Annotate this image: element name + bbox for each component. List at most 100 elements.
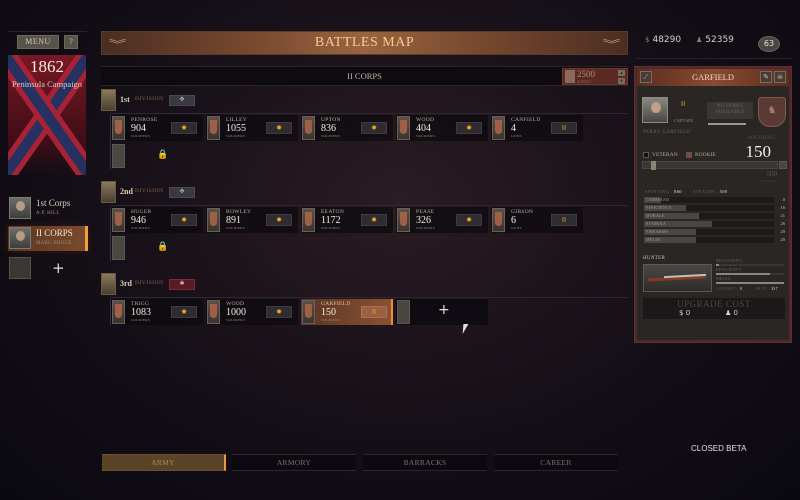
corps-item-1st[interactable]: 1st Corps A.P. HILL <box>8 196 88 221</box>
add-corps-button[interactable]: + <box>8 256 88 280</box>
division-label: DIVISION <box>135 96 164 102</box>
stat-label: STAMINA <box>646 221 667 226</box>
rank-icon[interactable]: II <box>551 122 577 134</box>
brigade-type-icon[interactable]: ✹ <box>456 214 482 226</box>
brigade-flag-icon <box>112 116 125 140</box>
rookie-checkbox[interactable] <box>686 152 692 158</box>
brigade-type-icon[interactable]: ✹ <box>171 122 197 134</box>
soldiers-label: SOLDIERS <box>747 136 775 141</box>
tab-barracks[interactable]: BARRACKS <box>363 454 487 471</box>
resources-bar: $48290 ♟ 52359 <box>645 35 734 45</box>
brigade-type-icon[interactable]: ✹ <box>266 122 292 134</box>
stat-label: FIREARMS <box>646 229 669 234</box>
brigade-card[interactable]: UPTON 836 SOLDIERS ✹ <box>301 115 393 141</box>
division-3: 3rd DIVISION ✱ TRIGG 1083 SOLDIERS ✹ WOO… <box>101 273 628 325</box>
brigade-card[interactable]: LILLEY 1055 SOLDIERS ✹ <box>206 115 298 141</box>
corps-item-ii[interactable]: II CORPS MARC BRUCE <box>8 226 88 251</box>
division-emblem-icon[interactable]: ✥ <box>169 95 195 106</box>
closed-beta-label: CLOSED BETA <box>691 444 747 453</box>
brigade-type-icon[interactable]: ✹ <box>266 306 292 318</box>
rank-icon[interactable]: II <box>361 306 387 318</box>
brigade-flag-icon <box>112 208 125 232</box>
brigade-unit: SOLDIERS <box>131 134 151 138</box>
brigade-unit: GUNS <box>511 134 522 138</box>
weapon-select-button[interactable] <box>643 264 712 292</box>
weapon-stat-label: RELOADING <box>716 258 743 263</box>
stat-row-stamina: STAMINA 26 <box>644 221 785 227</box>
weapon-stat-efficiency: EFFICIENCY <box>716 267 784 275</box>
upgrade-money: $ 0 <box>679 309 690 317</box>
rank-icon[interactable]: II <box>551 214 577 226</box>
brigade-card[interactable]: WOOD 404 SOLDIERS ✹ <box>396 115 488 141</box>
help-button[interactable]: ? <box>64 35 78 49</box>
perk-progress-bar <box>708 123 747 125</box>
stat-label: EFFICIENCY <box>646 205 673 210</box>
brigade-unit: SOLDIERS <box>131 226 151 230</box>
division-emblem-icon[interactable]: ✥ <box>169 187 195 198</box>
brigade-card[interactable]: TRIGG 1083 SOLDIERS ✹ <box>111 299 203 325</box>
skull-icon[interactable]: ☠ <box>774 71 786 83</box>
brigade-type-icon[interactable]: ✹ <box>456 122 482 134</box>
brigade-unit: GUNS <box>511 226 522 230</box>
soldiers-slider[interactable] <box>642 161 778 170</box>
stealth-stat: STEALTH :500 <box>693 189 727 194</box>
stat-row-efficiency: EFFICIENCY 16 <box>644 205 785 211</box>
division-header[interactable]: 2nd DIVISION ✥ <box>101 181 628 203</box>
menu-button[interactable]: MENU <box>17 35 59 49</box>
division-header[interactable]: 3rd DIVISION ✱ <box>101 273 628 295</box>
supply-label: SUPPLY <box>577 79 592 84</box>
corps-general: A.P. HILL <box>36 211 60 216</box>
weapon-stat-label: MELEE <box>716 276 731 281</box>
division-header[interactable]: 1st DIVISION ✥ <box>101 89 628 111</box>
stat-row-melee: MELEE 20 <box>644 237 785 243</box>
brigade-strength: 150 <box>321 307 336 318</box>
tab-armory[interactable]: ARMORY <box>232 454 356 471</box>
player-rank-badge: 63 <box>758 36 780 52</box>
stat-value: 16 <box>780 205 786 210</box>
brigade-type-icon[interactable]: ✹ <box>361 122 387 134</box>
campaign-year: 1862 <box>30 57 64 76</box>
brigade-card[interactable]: PENROSE 904 SOLDIERS ✹ <box>111 115 203 141</box>
brigade-type-icon[interactable]: ✹ <box>171 306 197 318</box>
add-brigade-button[interactable]: + <box>396 299 488 325</box>
division-emblem-icon[interactable]: ✱ <box>169 279 195 290</box>
edit-icon[interactable]: ✎ <box>760 71 772 83</box>
supply-down-button[interactable]: ▼ <box>618 78 625 84</box>
slider-handle[interactable] <box>651 161 657 170</box>
stat-value: 20 <box>780 229 786 234</box>
corps-name: II CORPS <box>36 228 73 238</box>
brigade-card[interactable]: GARFIELD 150 SOLDIERS II <box>301 299 393 325</box>
brigade-type-icon[interactable]: ✹ <box>361 214 387 226</box>
brigade-card[interactable]: HUGER 946 SOLDIERS ✹ <box>111 207 203 233</box>
stat-label: MORALE <box>646 213 665 218</box>
battles-map-header[interactable]: ︾ BATTLES MAP ︾ <box>101 31 628 55</box>
brigade-card[interactable]: ROWLEY 891 SOLDIERS ✹ <box>206 207 298 233</box>
weapon-stat-fill <box>716 282 784 284</box>
brigade-card[interactable]: WOOD 1000 SOLDIERS ✹ <box>206 299 298 325</box>
officer-portrait-icon[interactable] <box>642 97 668 123</box>
division-1: 1st DIVISION ✥ PENROSE 904 SOLDIERS ✹ LI… <box>101 89 628 169</box>
slider-increase-button[interactable] <box>779 161 787 169</box>
max-soldiers: 500 <box>766 170 778 178</box>
brigade-card[interactable]: CANFIELD 4 GUNS II <box>491 115 583 141</box>
upgrade-cost-box[interactable]: UPGRADE COST $ 0 ♟ 0 <box>643 298 785 319</box>
brigade-card[interactable]: EEATON 1172 SOLDIERS ✹ <box>301 207 393 233</box>
tab-career[interactable]: CAREER <box>494 454 618 471</box>
veteran-checkbox[interactable] <box>643 152 649 158</box>
stat-value: 21 <box>780 213 786 218</box>
stealth-label: STEALTH : <box>693 189 718 194</box>
brigade-card[interactable]: PEASE 326 SOLDIERS ✹ <box>396 207 488 233</box>
tab-army[interactable]: ARMY <box>102 454 226 471</box>
brigade-type-icon[interactable]: ✹ <box>266 214 292 226</box>
supply-up-button[interactable]: ▲ <box>618 70 625 76</box>
shop-count: SHOP :337 <box>755 286 778 291</box>
brigade-flag-icon <box>492 116 505 140</box>
brigade-strength: 891 <box>226 215 241 226</box>
divider <box>110 205 628 206</box>
brigade-card[interactable]: GIBSON 6 GUNS II <box>491 207 583 233</box>
brigade-type-icon[interactable]: ✹ <box>171 214 197 226</box>
stat-row-morale: MORALE 21 <box>644 213 785 219</box>
bottom-tabs: ARMY ARMORY BARRACKS CAREER <box>102 454 618 471</box>
chevron-down-icon[interactable]: ︾ <box>603 36 621 52</box>
locked-brigade-row: 🔒 <box>111 235 628 261</box>
